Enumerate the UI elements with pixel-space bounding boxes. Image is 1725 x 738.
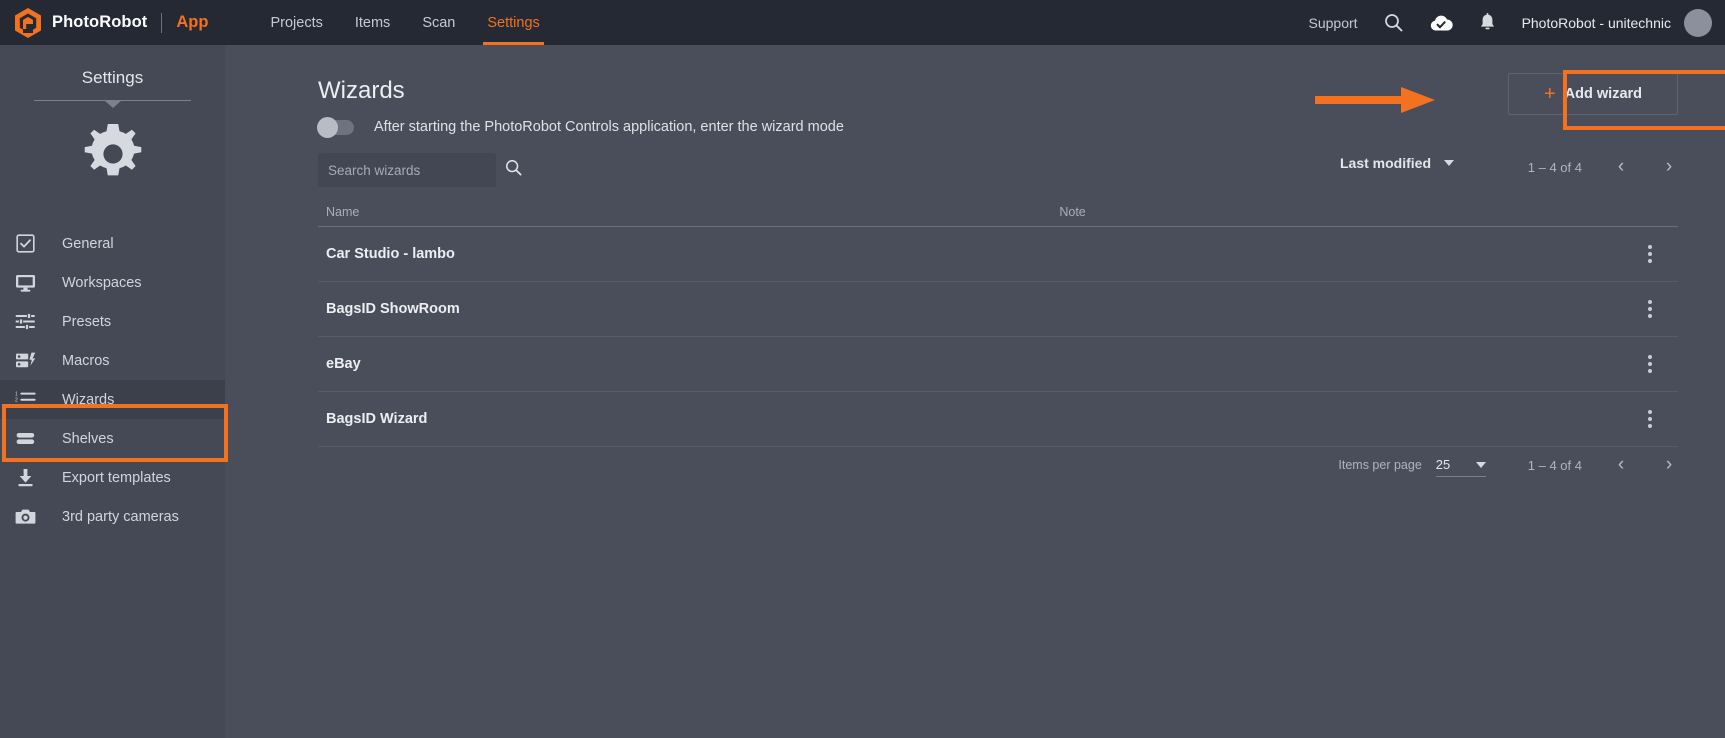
toggle-knob (317, 116, 338, 138)
table-row[interactable]: eBay (318, 337, 1678, 392)
macros-icon (14, 350, 36, 372)
notification-bell-icon[interactable] (1479, 13, 1496, 32)
avatar[interactable] (1684, 8, 1712, 37)
kebab-menu-icon[interactable] (1648, 410, 1652, 428)
column-header-note: Note (1059, 205, 1086, 219)
sidebar-item-label: Export templates (62, 469, 171, 486)
chevron-down-icon (1475, 461, 1486, 468)
sidebar-menu-list: General Workspaces Presets Macros 1 2 3 … (0, 224, 225, 536)
sidebar-item-3rd-party-cameras[interactable]: 3rd party cameras (0, 497, 225, 536)
table-header-row: Name Note (318, 195, 1678, 227)
sidebar-item-label: Presets (62, 313, 112, 330)
add-wizard-button[interactable]: + Add wizard (1508, 73, 1678, 115)
plus-icon: + (1543, 83, 1556, 105)
svg-text:1: 1 (15, 391, 18, 397)
nav-item-settings[interactable]: Settings (471, 0, 555, 45)
column-header-name: Name (326, 205, 360, 219)
top-bar-right-group: Support PhotoRobot - unitechnic (1309, 8, 1725, 37)
checkbox-icon (14, 233, 36, 255)
nav-item-items[interactable]: Items (339, 0, 406, 45)
pagination-prev-footer[interactable]: ‹ (1612, 454, 1630, 476)
user-account-label[interactable]: PhotoRobot - unitechnic (1522, 15, 1671, 31)
sidebar-item-label: Wizards (62, 391, 115, 408)
table-row[interactable]: BagsID Wizard (318, 392, 1678, 447)
sidebar-item-label: 3rd party cameras (62, 508, 179, 525)
top-nav-items: Projects Items Scan Settings (254, 0, 555, 45)
sidebar-item-macros[interactable]: Macros (0, 341, 225, 380)
main-content: Wizards After starting the PhotoRobot Co… (225, 45, 1725, 738)
items-per-page-select[interactable]: 25 (1435, 453, 1486, 477)
ordered-list-icon: 1 2 3 (14, 389, 36, 411)
app-label: App (176, 13, 209, 31)
sidebar-item-shelves[interactable]: Shelves (0, 419, 225, 458)
sidebar-item-general[interactable]: General (0, 224, 225, 263)
items-per-page-value: 25 (1435, 457, 1451, 472)
cloud-check-icon[interactable] (1429, 14, 1453, 32)
pagination-next-top[interactable]: › (1660, 156, 1678, 178)
sidebar-item-label: Workspaces (62, 274, 142, 291)
camera-icon (14, 506, 36, 528)
search-icon[interactable] (505, 159, 522, 181)
sidebar-title: Settings (81, 68, 144, 87)
sort-label: Last modified (1339, 155, 1431, 171)
table-row[interactable]: Car Studio - lambo (318, 227, 1678, 282)
svg-text:2: 2 (15, 398, 18, 404)
brand-logo-group[interactable]: PhotoRobot App (13, 7, 208, 39)
search-wizards-field[interactable] (318, 153, 522, 187)
wizards-table: Name Note Car Studio - lambo BagsID Show… (318, 195, 1678, 447)
table-row[interactable]: BagsID ShowRoom (318, 282, 1678, 337)
sliders-icon (14, 311, 36, 333)
nav-item-projects[interactable]: Projects (254, 0, 338, 45)
wizard-mode-toggle[interactable] (317, 116, 354, 138)
pagination-top: 1 – 4 of 4 ‹ › (1528, 156, 1678, 178)
add-wizard-label: Add wizard (1564, 86, 1643, 102)
kebab-menu-icon[interactable] (1648, 355, 1652, 373)
wizard-name: BagsID Wizard (326, 411, 428, 427)
page-title: Wizards (318, 77, 405, 104)
pagination-next-footer[interactable]: › (1660, 454, 1678, 476)
download-icon (14, 467, 36, 489)
monitor-icon (14, 272, 36, 294)
sidebar-item-export-templates[interactable]: Export templates (0, 458, 225, 497)
wizard-name: BagsID ShowRoom (326, 301, 460, 317)
sidebar-item-label: Macros (62, 352, 110, 369)
pagination-range-footer: 1 – 4 of 4 (1527, 457, 1582, 473)
photorobot-hex-logo-icon (13, 7, 43, 39)
brand-divider (161, 12, 163, 33)
items-per-page-label: Items per page (1338, 458, 1422, 472)
search-input[interactable] (328, 162, 505, 178)
sidebar-item-wizards[interactable]: 1 2 3 Wizards (0, 380, 225, 419)
shelves-icon (14, 428, 36, 450)
wizard-mode-toggle-label: After starting the PhotoRobot Controls a… (374, 119, 844, 135)
wizard-name: eBay (326, 356, 361, 372)
wizard-name: Car Studio - lambo (326, 246, 455, 262)
search-icon[interactable] (1384, 13, 1403, 32)
nav-item-scan[interactable]: Scan (406, 0, 471, 45)
gear-icon (0, 118, 225, 190)
sidebar-item-label: General (62, 235, 114, 252)
sidebar-divider (34, 100, 191, 101)
pagination-prev-top[interactable]: ‹ (1612, 156, 1630, 178)
wizard-mode-toggle-row: After starting the PhotoRobot Controls a… (317, 116, 844, 138)
brand-name: PhotoRobot (52, 13, 148, 31)
sort-dropdown[interactable]: Last modified (1340, 155, 1454, 171)
chevron-down-icon (1444, 160, 1454, 166)
sidebar-item-presets[interactable]: Presets (0, 302, 225, 341)
sidebar-item-workspaces[interactable]: Workspaces (0, 263, 225, 302)
kebab-menu-icon[interactable] (1648, 245, 1652, 263)
support-link[interactable]: Support (1309, 15, 1358, 31)
svg-text:3: 3 (15, 404, 18, 409)
settings-sidebar: Settings General Workspaces Presets Macr… (0, 45, 225, 738)
pagination-range-top: 1 – 4 of 4 (1527, 159, 1582, 175)
pagination-footer: Items per page 25 1 – 4 of 4 ‹ › (1338, 453, 1678, 477)
top-navigation-bar: PhotoRobot App Projects Items Scan Setti… (0, 0, 1725, 45)
kebab-menu-icon[interactable] (1648, 300, 1652, 318)
sidebar-item-label: Shelves (62, 430, 114, 447)
